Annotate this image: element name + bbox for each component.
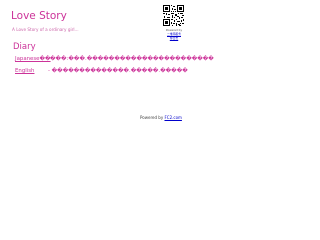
footer: Powered by FC2.com bbox=[140, 115, 182, 120]
site-title: Love Story bbox=[11, 10, 67, 22]
diary-entry-description: - ��������������.�����.����� bbox=[48, 68, 188, 74]
diary-entry-description: ���:���.����������������������� bbox=[50, 56, 214, 62]
diary-heading: Diary bbox=[13, 42, 36, 52]
qr-blog-link[interactable]: 博日志 bbox=[162, 36, 186, 40]
diary-link-japanese[interactable]: Japanese�� bbox=[15, 56, 51, 62]
footer-prefix: Powered by bbox=[140, 115, 164, 120]
diary-link-english[interactable]: English bbox=[15, 68, 34, 74]
footer-fc2-link[interactable]: FC2.com bbox=[164, 115, 181, 120]
qr-code-icon[interactable] bbox=[163, 5, 184, 26]
site-subtitle: A Love Story of a ordinary girl... bbox=[12, 27, 79, 32]
